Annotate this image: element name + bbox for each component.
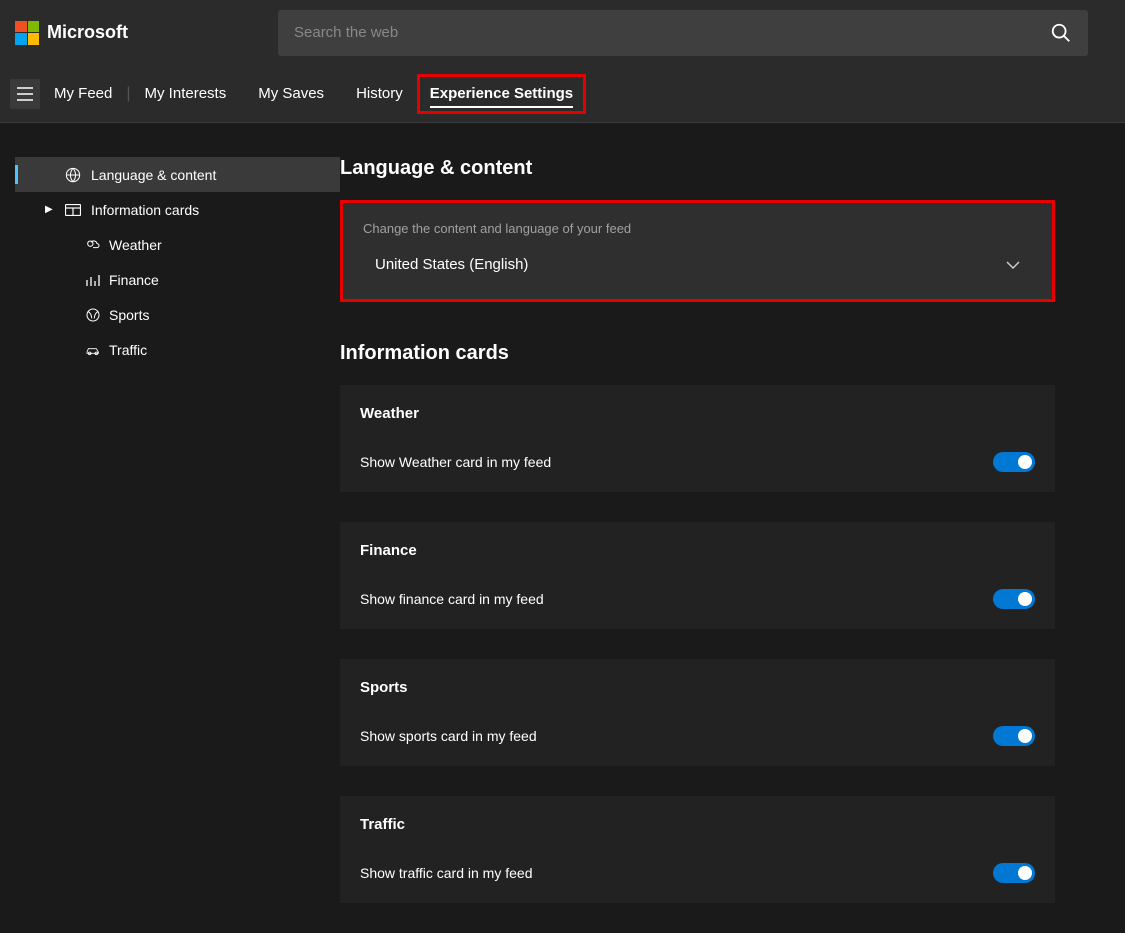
globe-icon xyxy=(65,167,81,183)
cards-icon xyxy=(65,204,81,216)
card-description: Show Weather card in my feed xyxy=(360,454,551,470)
search-icon[interactable] xyxy=(1050,22,1072,44)
language-description: Change the content and language of your … xyxy=(363,221,1032,236)
sidebar-item-traffic[interactable]: Traffic xyxy=(15,332,340,367)
sidebar-item-sports[interactable]: Sports xyxy=(15,297,340,332)
sidebar-item-label: Sports xyxy=(109,307,149,323)
card-title: Weather xyxy=(360,405,1035,422)
brand-logo[interactable]: Microsoft xyxy=(15,21,128,45)
sidebar-item-language-content[interactable]: Language & content xyxy=(15,157,340,192)
sidebar-item-label: Weather xyxy=(109,237,162,253)
tab-history[interactable]: History xyxy=(356,81,403,106)
card-description: Show finance card in my feed xyxy=(360,591,544,607)
card-title: Sports xyxy=(360,679,1035,696)
highlight-language-box: Change the content and language of your … xyxy=(340,200,1055,302)
main-panel: Language & content Change the content an… xyxy=(340,157,1125,933)
dropdown-selected-value: United States (English) xyxy=(375,256,528,273)
sidebar-item-label: Traffic xyxy=(109,342,147,358)
sidebar-item-finance[interactable]: Finance xyxy=(15,262,340,297)
traffic-icon xyxy=(85,343,101,357)
sidebar: Language & content ▶ Information cards W… xyxy=(0,157,340,933)
tab-my-feed[interactable]: My Feed xyxy=(54,81,112,106)
card-description: Show traffic card in my feed xyxy=(360,865,532,881)
microsoft-logo-icon xyxy=(15,21,39,45)
tab-experience-settings[interactable]: Experience Settings xyxy=(430,81,573,108)
hamburger-menu[interactable] xyxy=(10,79,40,109)
tab-my-interests[interactable]: My Interests xyxy=(145,81,227,106)
finance-icon xyxy=(85,272,101,288)
sidebar-item-label: Language & content xyxy=(91,167,216,183)
separator: | xyxy=(126,85,130,103)
toggle-weather[interactable] xyxy=(993,452,1035,472)
brand-text: Microsoft xyxy=(47,22,128,43)
highlight-experience-settings: Experience Settings xyxy=(417,74,586,114)
content: Language & content ▶ Information cards W… xyxy=(0,123,1125,933)
card-traffic: Traffic Show traffic card in my feed xyxy=(340,796,1055,903)
sidebar-item-label: Information cards xyxy=(91,202,199,218)
language-dropdown[interactable]: United States (English) xyxy=(363,250,1032,279)
card-finance: Finance Show finance card in my feed xyxy=(340,522,1055,629)
toggle-sports[interactable] xyxy=(993,726,1035,746)
section-title-info-cards: Information cards xyxy=(340,342,1055,365)
search-input[interactable] xyxy=(294,24,1050,41)
card-description: Show sports card in my feed xyxy=(360,728,537,744)
card-sports: Sports Show sports card in my feed xyxy=(340,659,1055,766)
header: Microsoft xyxy=(0,0,1125,65)
card-title: Finance xyxy=(360,542,1035,559)
sidebar-item-label: Finance xyxy=(109,272,159,288)
toggle-traffic[interactable] xyxy=(993,863,1035,883)
sports-icon xyxy=(85,307,101,323)
tabs-row: My Feed | My Interests My Saves History … xyxy=(0,65,1125,123)
chevron-down-icon xyxy=(1006,261,1020,269)
card-weather: Weather Show Weather card in my feed xyxy=(340,385,1055,492)
chevron-right-icon: ▶ xyxy=(45,204,53,215)
sidebar-item-information-cards[interactable]: ▶ Information cards xyxy=(15,192,340,227)
card-title: Traffic xyxy=(360,816,1035,833)
section-title-language: Language & content xyxy=(340,157,1055,180)
search-box[interactable] xyxy=(278,10,1088,56)
tab-my-saves[interactable]: My Saves xyxy=(258,81,324,106)
toggle-finance[interactable] xyxy=(993,589,1035,609)
weather-icon xyxy=(85,237,101,253)
sidebar-item-weather[interactable]: Weather xyxy=(15,227,340,262)
